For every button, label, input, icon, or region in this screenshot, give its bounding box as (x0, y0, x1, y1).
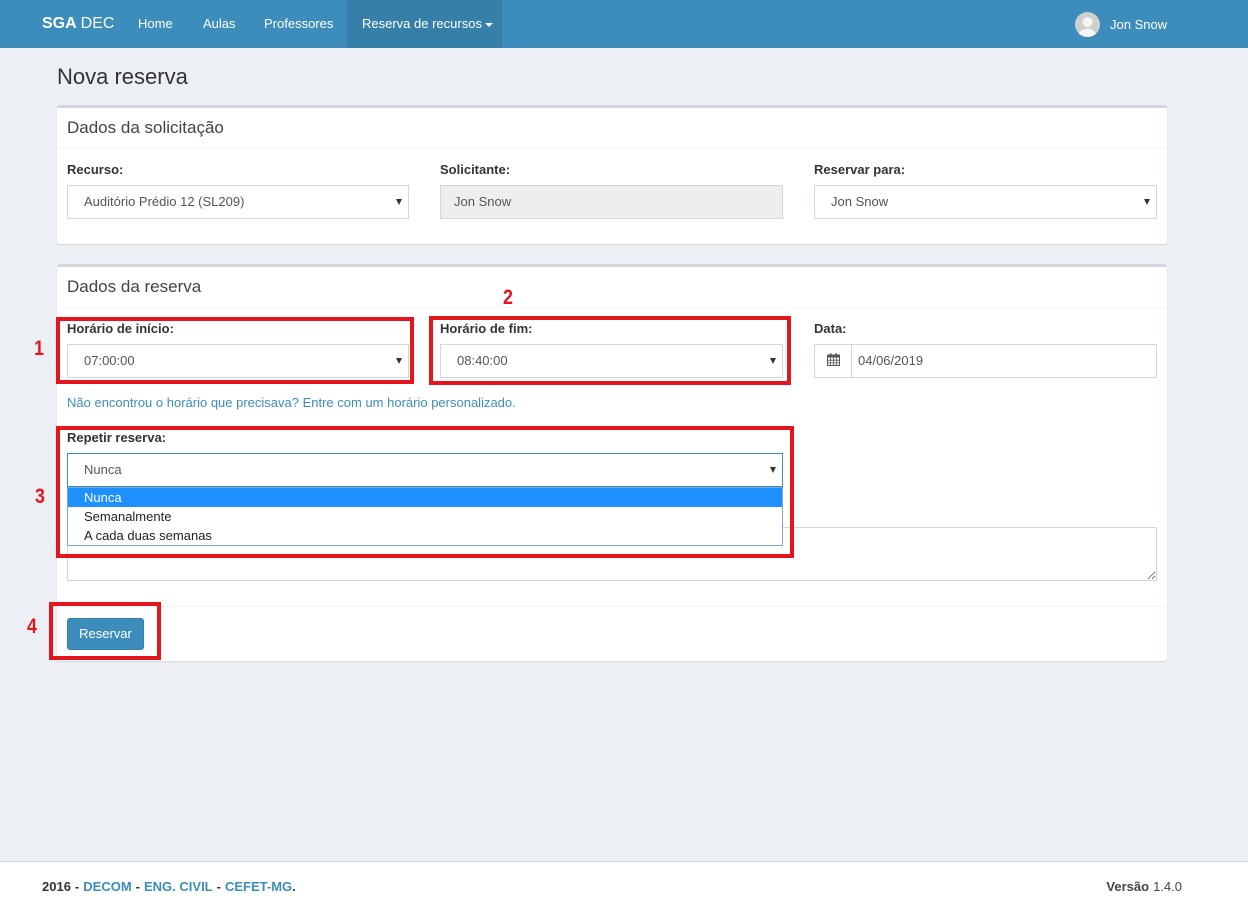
nav-item-professores[interactable]: Professores (249, 0, 347, 48)
calendar-icon (826, 353, 840, 369)
date-input-value: 04/06/2019 (858, 353, 924, 368)
box-title: Dados da reserva (67, 277, 202, 296)
repeat-options-list: Nunca Semanalmente A cada duas semanas (67, 487, 783, 546)
annotation-number-3: 3 (35, 485, 45, 508)
date-label: Data: (814, 321, 847, 336)
dropdown-arrow-icon (770, 467, 776, 473)
nav-item-reserva-de-recursos[interactable]: Reserva de recursos (347, 0, 502, 48)
start-time-select[interactable]: 07:00:00 (67, 344, 409, 378)
custom-time-link[interactable]: Não encontrou o horário que precisava? E… (67, 395, 516, 411)
reserve-button[interactable]: Reservar (67, 618, 144, 650)
end-time-select-value: 08:40:00 (457, 353, 508, 368)
user-avatar-icon (1075, 11, 1100, 37)
footer-separator: - (135, 879, 140, 894)
user-name: Jon Snow (1110, 16, 1168, 32)
version-number: 1.4.0 (1153, 879, 1182, 894)
user-avatar-svg (1075, 11, 1100, 37)
nav-item-home[interactable]: Home (123, 0, 188, 48)
end-time-label: Horário de fim: (440, 321, 533, 336)
brand-logo[interactable]: SGA DEC (42, 0, 114, 48)
footer-end-punctuation: . (292, 879, 296, 894)
resource-label: Recurso: (67, 162, 124, 177)
requester-field: Jon Snow (440, 185, 783, 219)
page-title: Nova reserva (57, 64, 188, 89)
top-navbar: SGA DEC Home Aulas Professores Reserva de… (0, 0, 1248, 48)
page-footer: 2016- DECOM - ENG. CIVIL - CEFET-MG. Versão 1.… (0, 861, 1248, 908)
footer-credits: 2016- DECOM - ENG. CIVIL - CEFET-MG. (42, 879, 296, 895)
end-time-select[interactable]: 08:40:00 (440, 344, 783, 378)
repeat-select-value: Nunca (84, 462, 122, 477)
annotation-number-2: 2 (503, 286, 513, 309)
footer-version: Versão 1.4.0 (1106, 879, 1182, 895)
brand-bold-text: SGA (42, 15, 77, 32)
dropdown-arrow-icon (770, 358, 776, 364)
box-title: Dados da solicitação (67, 118, 224, 137)
requester-field-value: Jon Snow (454, 194, 512, 209)
resource-select-value: Auditório Prédio 12 (SL209) (84, 194, 245, 209)
box-footer: Reservar (57, 606, 1167, 661)
reserve-for-select[interactable]: Jon Snow (814, 185, 1157, 219)
repeat-option[interactable]: A cada duas semanas (68, 526, 782, 545)
dropdown-arrow-icon (396, 199, 402, 205)
reservation-data-box: Dados da reserva Horário de início: 07:0… (57, 264, 1167, 661)
repeat-select[interactable]: Nunca (67, 453, 783, 487)
annotation-number-4: 4 (27, 615, 37, 638)
requester-label: Solicitante: (440, 162, 511, 177)
footer-separator: - (216, 879, 221, 894)
start-time-label: Horário de início: (67, 321, 174, 336)
footer-year: 2016 (42, 879, 71, 894)
footer-link-cefet-mg[interactable]: CEFET-MG (225, 879, 292, 894)
resource-select[interactable]: Auditório Prédio 12 (SL209) (67, 185, 409, 219)
user-menu[interactable]: Jon Snow (1075, 0, 1167, 48)
repeat-option[interactable]: Nunca (68, 488, 782, 507)
box-header: Dados da reserva (57, 267, 1167, 308)
annotation-number-1: 1 (34, 337, 44, 360)
reserve-for-select-value: Jon Snow (831, 194, 889, 209)
calendar-icon-svg (826, 353, 840, 366)
date-picker-button[interactable] (814, 344, 852, 378)
start-time-select-value: 07:00:00 (84, 353, 135, 368)
app-window: SGA DEC Home Aulas Professores Reserva de… (0, 0, 1248, 908)
footer-link-eng-civil[interactable]: ENG. CIVIL (144, 879, 213, 894)
repeat-label: Repetir reserva: (67, 430, 166, 445)
caret-down-icon (484, 22, 493, 27)
version-label: Versão (1106, 879, 1150, 894)
box-header: Dados da solicitação (57, 108, 1167, 149)
dropdown-arrow-icon (1144, 199, 1150, 205)
repeat-option[interactable]: Semanalmente (68, 507, 782, 526)
footer-link-decom[interactable]: DECOM (83, 879, 131, 894)
request-data-box: Dados da solicitação Recurso: Auditório … (57, 105, 1167, 244)
nav-item-label: Reserva de recursos (362, 16, 482, 31)
date-input[interactable]: 04/06/2019 (851, 344, 1157, 378)
nav-item-aulas[interactable]: Aulas (188, 0, 249, 48)
reserve-for-label: Reservar para: (814, 162, 906, 177)
brand-text: DEC (80, 15, 115, 32)
footer-separator: - (74, 879, 80, 894)
dropdown-arrow-icon (396, 358, 402, 364)
